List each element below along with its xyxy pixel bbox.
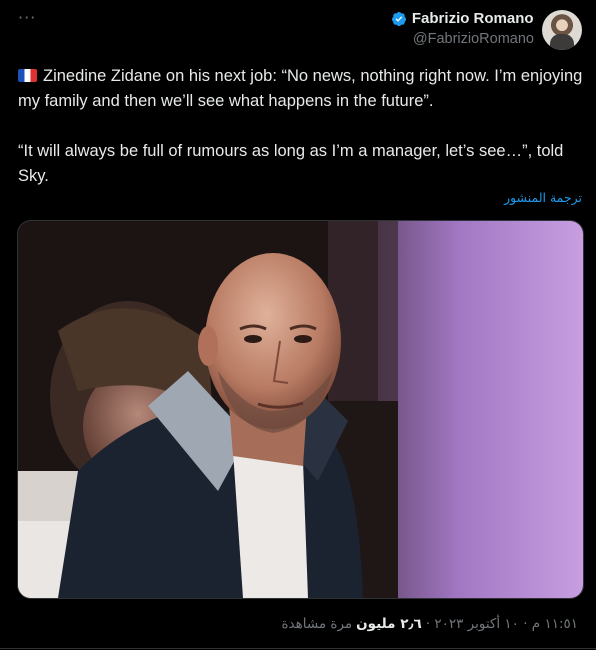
author-handle[interactable]: @FabrizioRomano bbox=[391, 31, 534, 47]
author-block[interactable]: Fabrizio Romano @FabrizioRomano bbox=[391, 10, 534, 47]
photo-illustration bbox=[18, 221, 583, 598]
avatar[interactable] bbox=[542, 10, 582, 50]
tweet-text: Zinedine Zidane on his next job: “No new… bbox=[18, 64, 584, 214]
tweet-photo[interactable] bbox=[17, 220, 584, 599]
france-flag-icon bbox=[18, 69, 37, 82]
translate-post-link[interactable]: ترجمة المنشور bbox=[504, 190, 582, 205]
tweet-card: ··· Fabrizio Romano @FabrizioRomano Zine… bbox=[0, 0, 596, 650]
tweet-paragraph-2: “It will always be full of rumours as lo… bbox=[18, 142, 564, 185]
divider bbox=[0, 648, 596, 649]
tweet-timestamp[interactable]: ١١:٥١ م · ١٠ أكتوبر ٢٠٢٣ · bbox=[426, 616, 578, 632]
tweet-meta: ١١:٥١ م · ١٠ أكتوبر ٢٠٢٣ · ٢٫٦ مليون مرة… bbox=[281, 616, 578, 632]
views-label: مرة مشاهدة bbox=[281, 616, 353, 632]
author-name[interactable]: Fabrizio Romano bbox=[412, 10, 534, 27]
tweet-paragraph-1: Zinedine Zidane on his next job: “No new… bbox=[18, 67, 583, 110]
more-options-button[interactable]: ··· bbox=[18, 8, 36, 27]
verified-badge-icon bbox=[391, 11, 406, 26]
views-count: ٢٫٦ مليون bbox=[356, 616, 422, 632]
